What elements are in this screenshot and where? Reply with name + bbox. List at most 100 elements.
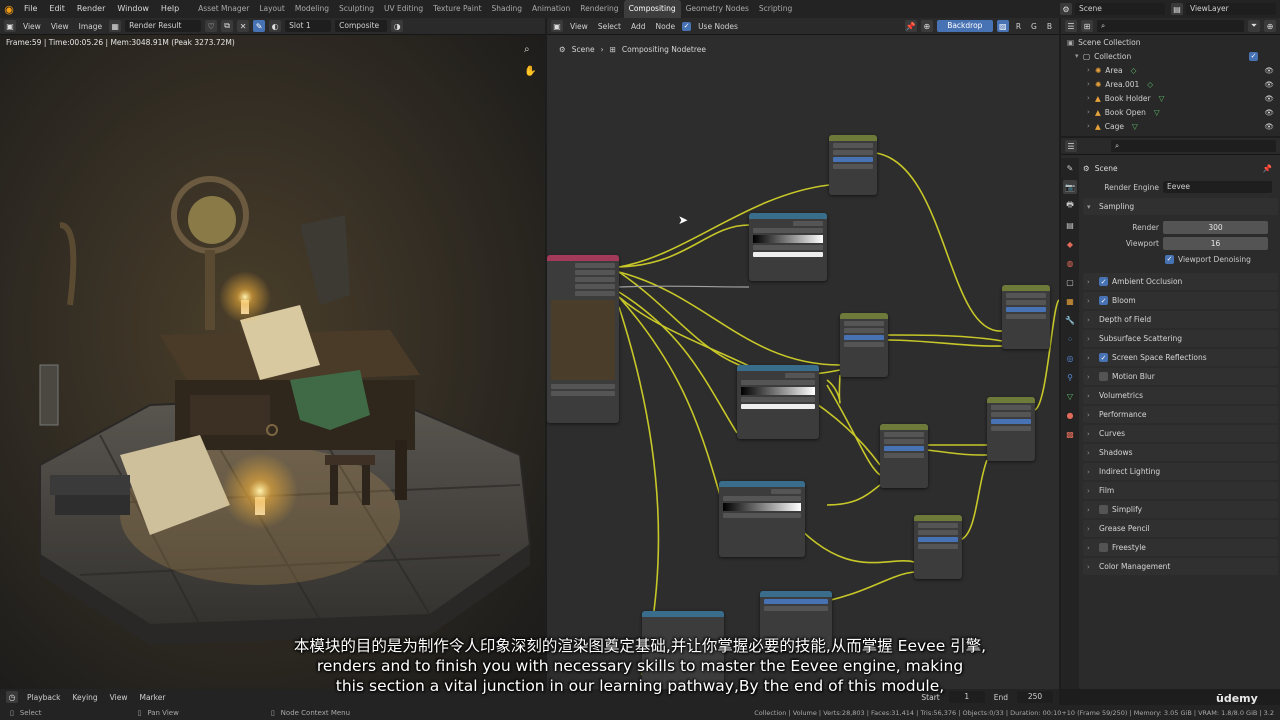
object-tab-icon[interactable]: ▦ <box>1063 294 1077 308</box>
scene-tab-icon[interactable]: ◆ <box>1063 237 1077 251</box>
settings-panel[interactable]: › Color Management <box>1083 558 1278 575</box>
node-menu-add[interactable]: Add <box>628 22 649 31</box>
pin-icon[interactable]: 📌 <box>1263 164 1272 173</box>
panel-enable-checkbox[interactable]: ✓ <box>1099 277 1108 286</box>
tab-shading[interactable]: Shading <box>487 0 527 18</box>
settings-panel[interactable]: › ✓ Ambient Occlusion <box>1083 273 1278 290</box>
settings-panel[interactable]: › Motion Blur <box>1083 368 1278 385</box>
modifier-tab-icon[interactable]: 🔧 <box>1063 313 1077 327</box>
expand-chevron-icon[interactable]: › <box>1087 80 1095 88</box>
mix-overlay-node-2[interactable] <box>987 397 1035 461</box>
tool-tab-icon[interactable]: ✎ <box>1063 161 1077 175</box>
menu-file[interactable]: File <box>18 0 43 18</box>
tab-asset-manager[interactable]: Asset Mnager <box>193 0 254 18</box>
collection-tab-icon[interactable]: ▢ <box>1063 275 1077 289</box>
panel-enable-checkbox[interactable]: ✓ <box>1099 296 1108 305</box>
texture-tab-icon[interactable]: ▩ <box>1063 427 1077 441</box>
visibility-eye-icon[interactable]: 👁 <box>1264 80 1274 89</box>
tab-texture-paint[interactable]: Texture Paint <box>428 0 486 18</box>
blender-logo-icon[interactable]: ◉ <box>0 0 18 18</box>
color-ramp-node-3[interactable] <box>719 481 805 557</box>
viewer-view-mode[interactable]: View <box>20 22 44 31</box>
mix-overlay-node-1[interactable] <box>840 313 888 377</box>
node-menu-view[interactable]: View <box>567 22 591 31</box>
tab-scripting[interactable]: Scripting <box>754 0 797 18</box>
settings-panel[interactable]: › ✓ Bloom <box>1083 292 1278 309</box>
sample-tool-icon[interactable]: ✎ <box>253 20 266 32</box>
pass-selector[interactable]: Composite <box>335 20 388 32</box>
render-samples-field[interactable]: 300 <box>1163 220 1268 234</box>
view-layer-tab-icon[interactable]: ▤ <box>1063 218 1077 232</box>
viewer-menu-image[interactable]: Image <box>76 22 106 31</box>
expand-chevron-icon[interactable]: › <box>1087 66 1095 74</box>
channel-b[interactable]: B <box>1044 22 1055 31</box>
mix-multiply-node-1[interactable] <box>829 135 877 195</box>
scene-icon[interactable]: ⚙ <box>1060 3 1072 15</box>
filter-icon[interactable]: ⏷ <box>1248 20 1260 32</box>
properties-type-icon[interactable]: ☰ <box>1065 140 1077 152</box>
node-editor-type-icon[interactable]: ▣ <box>551 20 563 32</box>
zoom-icon[interactable]: ⌕ <box>524 44 530 55</box>
view-layer-icon[interactable]: ▤ <box>1171 3 1183 15</box>
render-tab-icon[interactable]: 📷 <box>1063 180 1077 194</box>
tab-rendering[interactable]: Rendering <box>575 0 623 18</box>
settings-panel[interactable]: › Grease Pencil <box>1083 520 1278 537</box>
render-layers-node[interactable] <box>547 255 619 423</box>
color-ramp-node-1[interactable] <box>749 213 827 281</box>
output-tab-icon[interactable]: 🖶 <box>1063 199 1077 213</box>
panel-enable-checkbox[interactable] <box>1099 372 1108 381</box>
expand-chevron-icon[interactable]: › <box>1087 122 1095 130</box>
mix-multiply-node-2[interactable] <box>1002 285 1050 349</box>
tab-compositing[interactable]: Compositing <box>623 0 681 18</box>
data-tab-icon[interactable]: ▽ <box>1063 389 1077 403</box>
settings-panel[interactable]: › Indirect Lighting <box>1083 463 1278 480</box>
world-tab-icon[interactable]: ◍ <box>1063 256 1077 270</box>
settings-panel[interactable]: › Film <box>1083 482 1278 499</box>
display-mode-icon[interactable]: ⊞ <box>1081 20 1093 32</box>
panel-enable-checkbox[interactable]: ✓ <box>1099 353 1108 362</box>
tab-animation[interactable]: Animation <box>527 0 575 18</box>
editor-type-icon[interactable]: ▣ <box>4 20 16 32</box>
outliner-scene-collection[interactable]: ▣ Scene Collection <box>1061 35 1280 49</box>
visibility-eye-icon[interactable]: 👁 <box>1264 94 1274 103</box>
image-name-field[interactable]: Render Result <box>125 20 202 32</box>
viewport-denoising-checkbox[interactable]: ✓ <box>1165 254 1174 264</box>
menu-help[interactable]: Help <box>155 0 185 18</box>
settings-panel[interactable]: › Subsurface Scattering <box>1083 330 1278 347</box>
settings-panel[interactable]: › Shadows <box>1083 444 1278 461</box>
settings-panel[interactable]: › Depth of Field <box>1083 311 1278 328</box>
viewport-samples-field[interactable]: 16 <box>1163 236 1268 250</box>
color-ramp-node-2[interactable] <box>737 365 819 439</box>
pin-icon[interactable]: 📌 <box>904 20 917 32</box>
settings-panel[interactable]: › Simplify <box>1083 501 1278 518</box>
properties-search-input[interactable]: ⌕ <box>1111 140 1276 152</box>
constraints-tab-icon[interactable]: ⚲ <box>1063 370 1077 384</box>
outliner-item[interactable]: › ▲ Cage ▽ 👁 <box>1061 119 1280 133</box>
compositor-node-editor[interactable]: ⚙ Scene › ⊞ Compositing Nodetree ➤ <box>547 35 1059 689</box>
scene-selector[interactable]: Scene <box>1075 3 1165 15</box>
expand-chevron-icon[interactable]: › <box>1087 94 1095 102</box>
settings-panel[interactable]: › Freestyle <box>1083 539 1278 556</box>
use-nodes-checkbox[interactable]: ✓ <box>682 21 692 31</box>
fake-user-icon[interactable]: ♡ <box>205 20 218 32</box>
outliner-item[interactable]: › ✺ Area ◇ 👁 <box>1061 63 1280 77</box>
menu-render[interactable]: Render <box>71 0 111 18</box>
particles-tab-icon[interactable]: ⁘ <box>1063 332 1077 346</box>
tab-sculpting[interactable]: Sculpting <box>334 0 379 18</box>
outliner-item[interactable]: › ✺ Area.001 ◇ 👁 <box>1061 77 1280 91</box>
physics-tab-icon[interactable]: ◎ <box>1063 351 1077 365</box>
settings-panel[interactable]: › ✓ Screen Space Reflections <box>1083 349 1278 366</box>
image-browse-icon[interactable]: ▦ <box>109 20 122 32</box>
mix-multiply-node-3[interactable] <box>880 424 928 488</box>
material-tab-icon[interactable]: ● <box>1063 408 1077 422</box>
render-engine-dropdown[interactable]: Eevee <box>1163 181 1272 193</box>
snap-icon[interactable]: ⊕ <box>920 20 933 32</box>
visibility-eye-icon[interactable]: 👁 <box>1264 108 1274 117</box>
backdrop-channels-icon[interactable]: ▨ <box>996 20 1009 32</box>
mix-multiply-node-4[interactable] <box>914 515 962 579</box>
menu-edit[interactable]: Edit <box>43 0 71 18</box>
outliner-search-input[interactable]: ⌕ <box>1097 20 1244 32</box>
expand-chevron-icon[interactable]: › <box>1087 108 1095 116</box>
settings-panel[interactable]: › Volumetrics <box>1083 387 1278 404</box>
slot-selector[interactable]: Slot 1 <box>285 20 332 32</box>
